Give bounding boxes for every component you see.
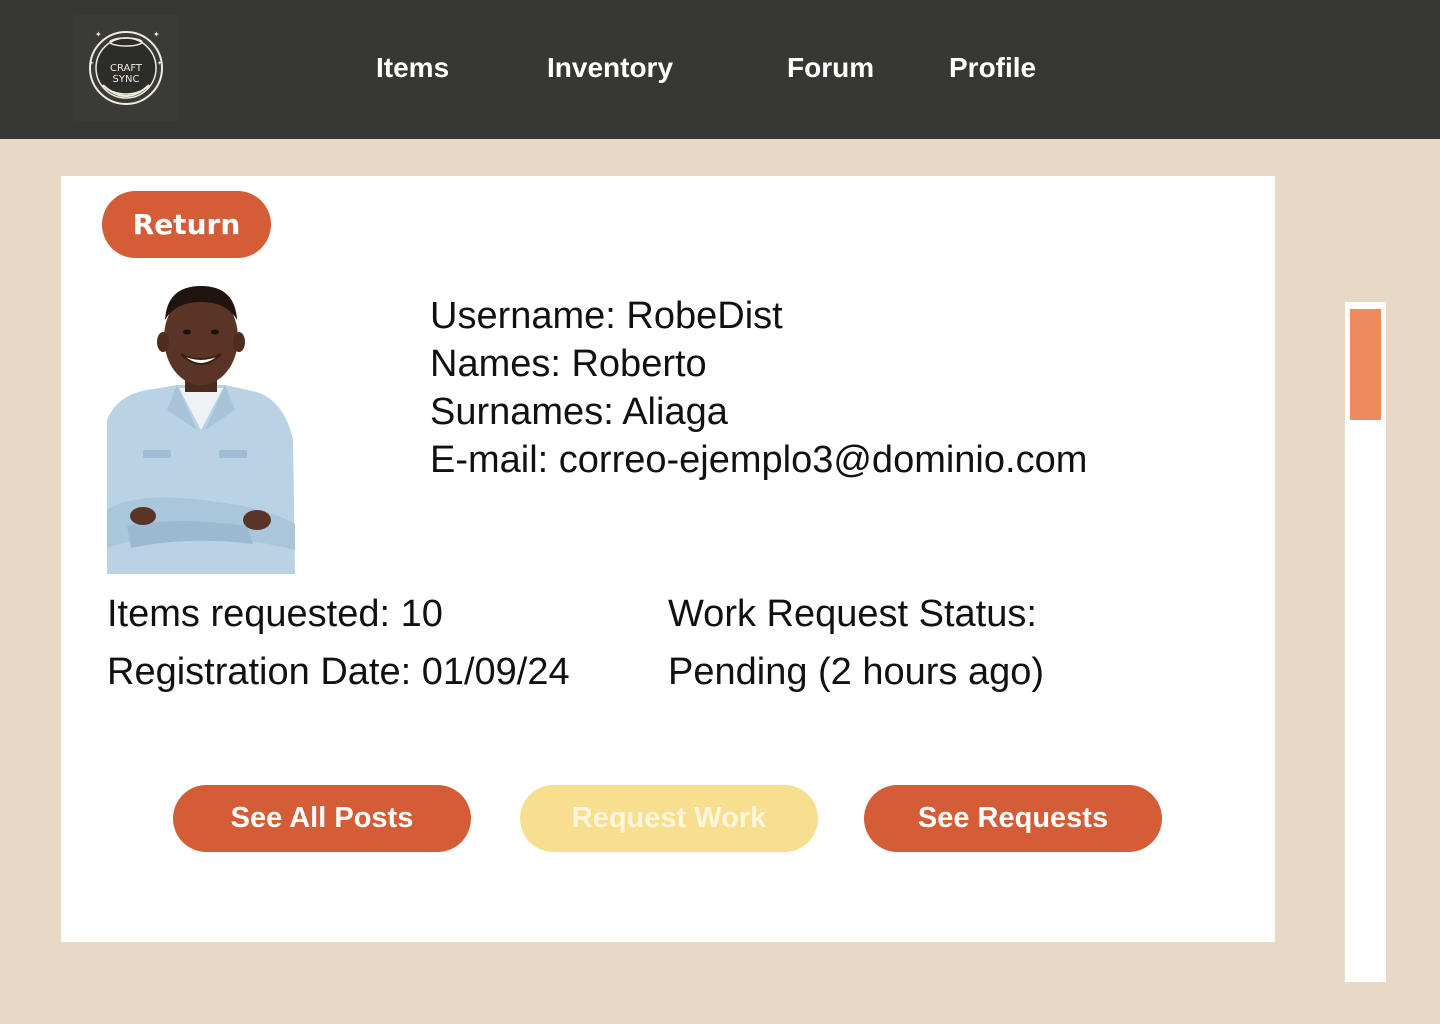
surnames-text: Surnames: Aliaga (430, 391, 728, 433)
top-nav-bar: CRAFT SYNC ✦ ✦ ✦ ✦ Items Inventory Forum… (0, 0, 1440, 139)
names-text: Names: Roberto (430, 343, 707, 385)
work-status: Work Request Status: Pending (2 hours ag… (668, 585, 1044, 701)
user-avatar (107, 280, 295, 574)
avatar-image (107, 280, 295, 574)
svg-text:✦: ✦ (157, 60, 162, 67)
work-status-label: Work Request Status: (668, 593, 1037, 635)
nav-item-items[interactable]: Items (376, 50, 449, 86)
nav-item-profile[interactable]: Profile (949, 50, 1036, 86)
logo-text-line2: SYNC (113, 74, 140, 85)
craft-sync-logo[interactable]: CRAFT SYNC ✦ ✦ ✦ ✦ (73, 15, 179, 121)
logo-icon: CRAFT SYNC ✦ ✦ ✦ ✦ (89, 30, 163, 105)
scrollbar-thumb[interactable] (1350, 309, 1381, 420)
svg-text:✦: ✦ (89, 60, 94, 67)
nav-item-forum[interactable]: Forum (787, 50, 874, 86)
see-requests-button[interactable]: See Requests (864, 785, 1162, 852)
username-text: Username: RobeDist (430, 295, 783, 337)
see-all-posts-button[interactable]: See All Posts (173, 785, 471, 852)
email-text: E-mail: correo-ejemplo3@dominio.com (430, 439, 1088, 481)
logo-text-line1: CRAFT (110, 63, 143, 74)
registration-date-text: Registration Date: 01/09/24 (107, 651, 570, 693)
nav-item-inventory[interactable]: Inventory (547, 50, 673, 86)
svg-text:✦: ✦ (95, 30, 102, 39)
left-stats: Items requested: 10 Registration Date: 0… (107, 585, 570, 701)
svg-text:✦: ✦ (153, 30, 160, 39)
return-button[interactable]: Return (102, 191, 271, 258)
profile-info: Username: RobeDist Names: Roberto Surnam… (430, 292, 1087, 484)
request-work-button[interactable]: Request Work (520, 785, 818, 852)
items-requested-text: Items requested: 10 (107, 593, 443, 635)
work-status-value: Pending (2 hours ago) (668, 651, 1045, 693)
